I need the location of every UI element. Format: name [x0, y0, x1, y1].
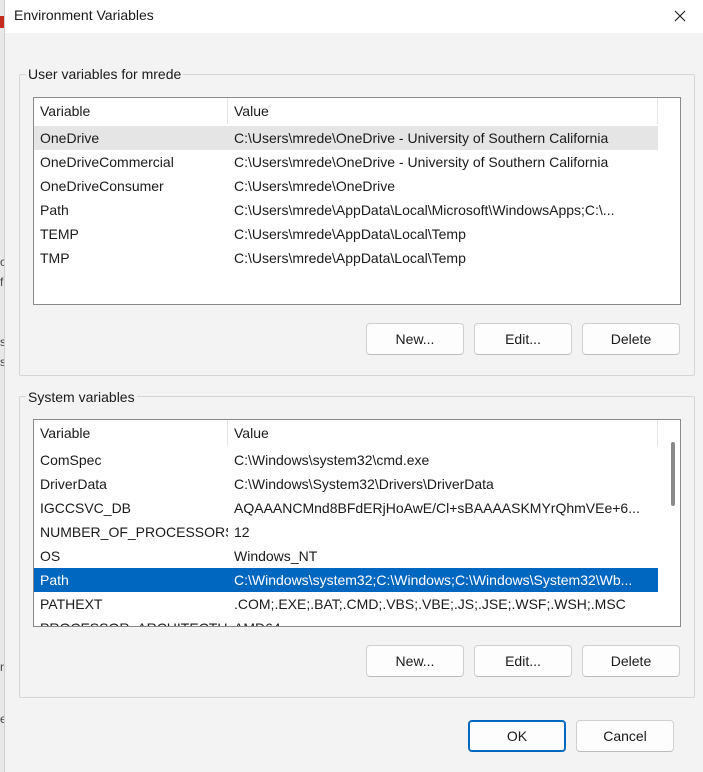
- variable-value: 12: [234, 524, 250, 540]
- user-variables-list[interactable]: Variable Value OneDrive C:\Users\mrede\O…: [33, 97, 681, 305]
- variable-name: NUMBER_OF_PROCESSORS: [40, 524, 228, 540]
- cancel-button[interactable]: Cancel: [576, 720, 674, 752]
- close-icon: [674, 10, 686, 22]
- variable-name: OS: [40, 548, 61, 564]
- variable-value: .COM;.EXE;.BAT;.CMD;.VBS;.VBE;.JS;.JSE;.…: [234, 596, 626, 612]
- variable-value: Windows_NT: [234, 548, 318, 564]
- user-edit-button[interactable]: Edit...: [474, 323, 572, 355]
- table-row[interactable]: OneDriveCommercial C:\Users\mrede\OneDri…: [34, 150, 658, 174]
- variable-value: C:\Windows\system32;C:\Windows;C:\Window…: [234, 572, 633, 588]
- variable-value: C:\Users\mrede\OneDrive - University of …: [234, 154, 609, 170]
- variable-name: OneDriveCommercial: [40, 154, 174, 170]
- table-row[interactable]: OS Windows_NT: [34, 544, 658, 568]
- variable-value: AMD64: [228, 616, 658, 626]
- list-header: Variable Value: [34, 420, 658, 446]
- table-row[interactable]: IGCCSVC_DB AQAAANCMnd8BFdERjHoAwE/Cl+sBA…: [34, 496, 658, 520]
- window-title: Environment Variables: [14, 7, 154, 23]
- variable-name: Path: [40, 202, 69, 218]
- system-variables-list[interactable]: Variable Value ComSpec C:\Windows\system…: [33, 419, 681, 627]
- variable-name: TEMP: [40, 226, 79, 242]
- table-row[interactable]: Path C:\Windows\system32;C:\Windows;C:\W…: [34, 568, 658, 592]
- list-header: Variable Value: [34, 98, 658, 124]
- table-row[interactable]: OneDriveConsumer C:\Users\mrede\OneDrive: [34, 174, 658, 198]
- variable-value: C:\Windows\system32\cmd.exe: [234, 452, 430, 468]
- system-delete-button[interactable]: Delete: [582, 645, 680, 677]
- variable-name: ComSpec: [40, 452, 102, 468]
- variable-name: DriverData: [40, 476, 107, 492]
- table-row[interactable]: OneDrive C:\Users\mrede\OneDrive - Unive…: [34, 126, 658, 150]
- variable-value: C:\Windows\System32\Drivers\DriverData: [234, 476, 494, 492]
- variable-name: OneDriveConsumer: [40, 178, 164, 194]
- environment-variables-dialog: Environment Variables User variables for…: [4, 0, 703, 772]
- system-edit-button[interactable]: Edit...: [474, 645, 572, 677]
- variable-value: AQAAANCMnd8BFdERjHoAwE/Cl+sBAAAASKMYrQhm…: [234, 500, 640, 516]
- user-new-button[interactable]: New...: [366, 323, 464, 355]
- table-row[interactable]: PATHEXT .COM;.EXE;.BAT;.CMD;.VBS;.VBE;.J…: [34, 592, 658, 616]
- column-header-value[interactable]: Value: [228, 420, 658, 446]
- system-variables-label: System variables: [26, 389, 137, 405]
- variable-value: C:\Users\mrede\OneDrive: [234, 178, 396, 194]
- table-row[interactable]: TMP C:\Users\mrede\AppData\Local\Temp: [34, 246, 658, 270]
- scrollbar-thumb[interactable]: [671, 442, 675, 506]
- system-new-button[interactable]: New...: [366, 645, 464, 677]
- user-delete-button[interactable]: Delete: [582, 323, 680, 355]
- variable-name: PROCESSOR_ARCHITECTU: [34, 616, 228, 626]
- table-row[interactable]: Path C:\Users\mrede\AppData\Local\Micros…: [34, 198, 658, 222]
- table-row[interactable]: PROCESSOR_ARCHITECTU AMD64: [34, 616, 658, 626]
- title-bar[interactable]: Environment Variables: [5, 0, 703, 33]
- user-variables-label: User variables for mrede: [26, 66, 184, 82]
- table-row[interactable]: NUMBER_OF_PROCESSORS 12: [34, 520, 658, 544]
- variable-name: OneDrive: [40, 130, 100, 146]
- variable-name: IGCCSVC_DB: [40, 500, 132, 516]
- table-row[interactable]: DriverData C:\Windows\System32\Drivers\D…: [34, 472, 658, 496]
- column-header-variable[interactable]: Variable: [34, 98, 228, 124]
- close-button[interactable]: [657, 0, 703, 32]
- column-header-value[interactable]: Value: [228, 98, 658, 124]
- variable-name: PATHEXT: [40, 596, 103, 612]
- variable-value: C:\Users\mrede\AppData\Local\Microsoft\W…: [234, 202, 615, 218]
- table-row[interactable]: ComSpec C:\Windows\system32\cmd.exe: [34, 448, 658, 472]
- column-header-variable[interactable]: Variable: [34, 420, 228, 446]
- ok-button[interactable]: OK: [468, 720, 566, 752]
- table-row[interactable]: TEMP C:\Users\mrede\AppData\Local\Temp: [34, 222, 658, 246]
- vertical-scrollbar[interactable]: [666, 420, 680, 626]
- variable-value: C:\Users\mrede\AppData\Local\Temp: [234, 250, 466, 266]
- variable-value: C:\Users\mrede\AppData\Local\Temp: [234, 226, 466, 242]
- variable-value: C:\Users\mrede\OneDrive - University of …: [234, 130, 609, 146]
- variable-name: Path: [40, 572, 69, 588]
- variable-name: TMP: [40, 250, 70, 266]
